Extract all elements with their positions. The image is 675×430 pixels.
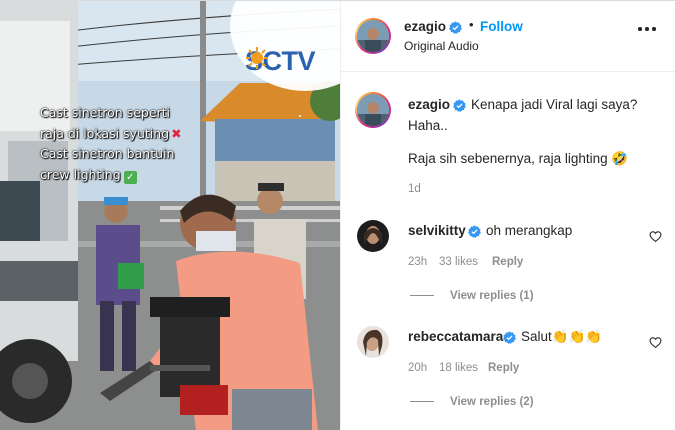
caption-text-line-3-text: Raja sih sebenernya, raja lighting: [408, 151, 608, 166]
comment-2-view-replies-label: View replies (2): [450, 396, 534, 408]
overlay-line-2-text: raja di lokasi syuting: [40, 125, 170, 141]
post-sidebar: ezagio • Follow Original Audio ezagio Ke…: [340, 1, 675, 430]
verified-badge-icon: [449, 21, 462, 34]
comment-2-reply-button[interactable]: Reply: [488, 362, 519, 374]
overlay-line-3: Cast sinetron bantuin: [40, 146, 175, 162]
caption-text-line-3: Raja sih sebenernya, raja lighting 🤣: [408, 148, 628, 169]
author-avatar-image: [357, 20, 389, 52]
overlay-line-4: crew lighting ✓: [40, 165, 240, 186]
comment-2-likes[interactable]: 18 likes: [439, 362, 478, 374]
comment-1-view-replies-label: View replies (1): [450, 290, 534, 302]
author-username[interactable]: ezagio: [404, 19, 446, 34]
comment-1-avatar-image: [357, 220, 389, 252]
comment-1-verified-badge-icon: [468, 225, 481, 238]
cross-mark-icon: ✖: [171, 125, 182, 141]
view-replies-dash: [410, 295, 434, 297]
caption-emoji: 🤣: [611, 151, 629, 166]
caption-text-line-2: Haha..: [408, 118, 448, 133]
comment-2-text: Salut👏👏👏: [521, 326, 602, 347]
comment-1-like-heart-icon[interactable]: [649, 230, 662, 243]
caption-text-line-1: Kenapa jadi Viral lagi saya?: [471, 97, 638, 112]
post-header: ezagio • Follow Original Audio: [341, 1, 675, 72]
comment-2-time[interactable]: 20h: [408, 362, 427, 374]
follow-button[interactable]: Follow: [480, 19, 523, 34]
caption-verified-badge-icon: [453, 99, 466, 112]
comment-1-view-replies[interactable]: View replies (1): [410, 290, 534, 302]
comment-2-verified-badge-icon: [503, 331, 516, 344]
post-viewer: SCTV Cast sinetron seperti raja di lokas…: [0, 0, 675, 430]
comment-2-like-heart-icon[interactable]: [649, 336, 662, 349]
caption-author-username[interactable]: ezagio: [408, 97, 450, 112]
header-separator: •: [469, 17, 474, 32]
comment-2-emoji: 👏👏👏: [551, 329, 603, 344]
sctv-logo: SCTV: [245, 46, 316, 77]
view-replies-dash: [410, 401, 434, 403]
video-media[interactable]: SCTV Cast sinetron seperti raja di lokas…: [0, 1, 340, 430]
comment-1-likes[interactable]: 33 likes: [439, 256, 478, 268]
overlay-line-2: raja di lokasi syuting ✖: [40, 124, 240, 145]
sctv-sun-icon: [246, 47, 268, 69]
comment-2-view-replies[interactable]: View replies (2): [410, 396, 534, 408]
overlay-line-4-text: crew lighting: [40, 166, 121, 182]
comment-2-username[interactable]: rebeccatamara: [408, 329, 503, 344]
caption-author-avatar[interactable]: [355, 92, 391, 128]
comment-2-avatar-image: [357, 326, 389, 358]
comment-1-text: oh merangkap: [486, 223, 573, 238]
caption-timestamp[interactable]: 1d: [408, 183, 421, 195]
audio-label[interactable]: Original Audio: [404, 39, 479, 53]
author-avatar[interactable]: [355, 18, 391, 54]
comment-2-text-body: Salut: [521, 329, 552, 344]
overlay-line-1: Cast sinetron seperti: [40, 105, 171, 120]
comment-2-avatar[interactable]: [357, 326, 389, 358]
comment-1-reply-button[interactable]: Reply: [492, 256, 523, 268]
comment-1-avatar[interactable]: [357, 220, 389, 252]
check-mark-icon: ✓: [123, 170, 137, 184]
video-text-overlay: Cast sinetron seperti raja di lokasi syu…: [40, 103, 240, 185]
comment-1-username[interactable]: selvikitty: [408, 223, 466, 238]
comment-1-time[interactable]: 23h: [408, 256, 427, 268]
caption-avatar-image: [357, 94, 389, 126]
more-options-icon[interactable]: [638, 27, 656, 33]
